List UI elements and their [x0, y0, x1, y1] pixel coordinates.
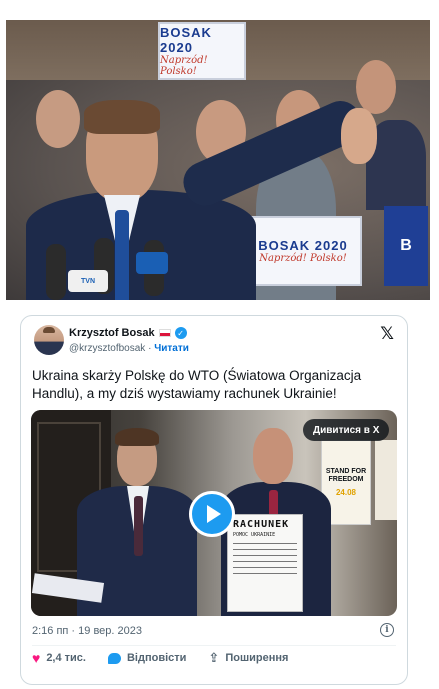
reply-icon: [107, 652, 121, 664]
campaign-sign-blue: B: [384, 206, 428, 286]
follow-link[interactable]: Читати: [154, 343, 189, 354]
tweet-text: Ukraina skarży Polskę do WTO (Światowa O…: [32, 368, 362, 401]
poster-date: 24.08: [335, 488, 357, 497]
share-icon: ⇪: [208, 650, 220, 665]
sign-subtitle: Naprzód! Polsko!: [259, 253, 347, 264]
avatar[interactable]: [34, 325, 64, 355]
mic-flag: [136, 252, 168, 274]
separator: ·: [148, 343, 152, 354]
microphone: [46, 244, 66, 300]
campaign-sign-right: BOSAK 2020 Naprzód! Polsko!: [244, 216, 362, 286]
tweet-video[interactable]: STAND FOR FREEDOM 24.08 RACHUNEK POMOC U…: [31, 410, 397, 616]
bill-subtitle: POMOC UKRAINIE: [233, 532, 276, 538]
background-poster: [375, 440, 397, 520]
speaker-tie: [115, 210, 129, 300]
x-logo-icon[interactable]: 𝕏: [380, 324, 394, 344]
crowd-face: [36, 90, 80, 148]
mic-flag: TVN: [68, 270, 108, 292]
bill-title: RACHUNEK: [233, 519, 290, 530]
like-count: 2,4 тис.: [46, 652, 86, 664]
play-icon: [207, 505, 221, 523]
tweet-timestamp[interactable]: 2:16 пп · 19 вер. 2023: [32, 625, 142, 637]
left-man-tie: [134, 496, 143, 556]
reply-button[interactable]: Відповісти: [107, 652, 187, 664]
poster-text: STAND FOR FREEDOM: [325, 468, 367, 483]
campaign-sign-top: BOSAK 2020 Naprzód! Polsko!: [158, 22, 246, 80]
hero-photo: BOSAK 2020 Naprzód! Polsko! BOSAK 2020 N…: [6, 20, 430, 300]
speaker-hand: [341, 108, 377, 164]
info-icon[interactable]: i: [380, 623, 394, 637]
right-man-head: [253, 428, 293, 484]
sign-title: BOSAK 2020: [160, 25, 212, 55]
handle-row: @krzysztofbosak · Читати: [69, 343, 189, 354]
author-name[interactable]: Krzysztof Bosak: [69, 327, 155, 339]
divider: [32, 645, 396, 646]
play-button[interactable]: [189, 491, 235, 537]
poland-flag-icon: [158, 329, 171, 337]
bill-document: RACHUNEK POMOC UKRAINIE: [227, 514, 303, 612]
left-man-hair: [115, 428, 159, 446]
reply-label: Відповісти: [126, 652, 187, 664]
watch-on-x-button[interactable]: Дивитися в X: [303, 419, 390, 441]
share-label: Поширення: [225, 652, 289, 664]
share-button[interactable]: ⇪ Поширення: [208, 650, 288, 666]
heart-icon: ♥: [32, 650, 41, 666]
author-row[interactable]: Krzysztof Bosak ✓: [69, 327, 187, 339]
crowd-face: [356, 60, 396, 114]
like-button[interactable]: ♥ 2,4 тис.: [32, 650, 86, 666]
sign-title: BOSAK 2020: [258, 238, 348, 253]
verified-badge-icon: ✓: [174, 327, 187, 339]
action-bar: ♥ 2,4 тис. Відповісти ⇪ Поширення: [32, 650, 310, 666]
author-handle[interactable]: @krzysztofbosak: [69, 343, 145, 354]
tweet-card[interactable]: Krzysztof Bosak ✓ @krzysztofbosak · Чита…: [20, 315, 408, 685]
speaker-hair: [84, 100, 160, 134]
sign-subtitle: Naprzód! Polsko!: [160, 55, 208, 77]
